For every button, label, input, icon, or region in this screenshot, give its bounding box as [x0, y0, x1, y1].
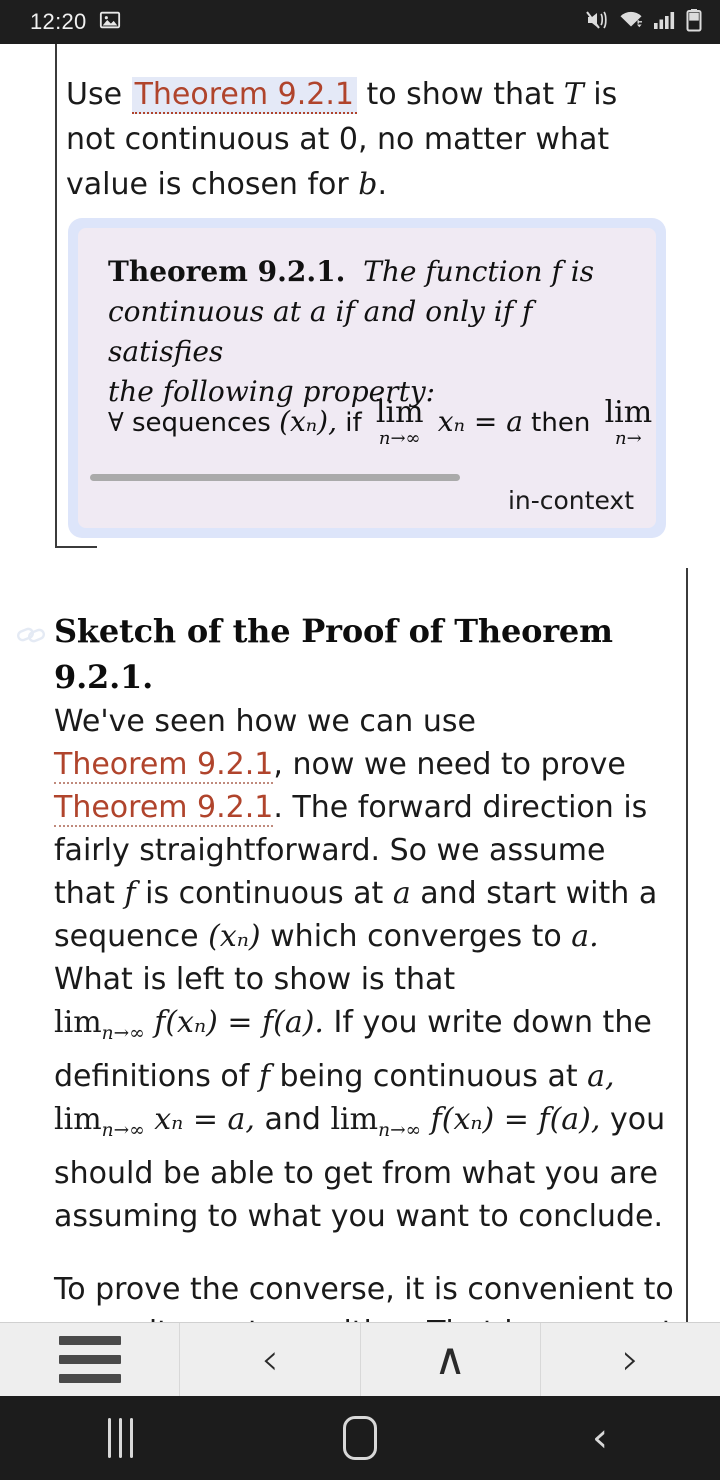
p1-math-f2: f — [258, 1059, 270, 1094]
home-button[interactable] — [240, 1416, 480, 1460]
p1-t10: and — [254, 1102, 331, 1137]
intro-paragraph: Use Theorem 9.2.1 to show that T is not … — [66, 72, 666, 207]
p1-math-f: f — [124, 876, 136, 911]
formula-sequences-word: sequences — [131, 408, 271, 438]
clock: 12:20 — [30, 9, 87, 34]
p1-lim-2: limn→∞ xₙ = a, — [54, 1102, 255, 1141]
theorem-formula: ∀ sequences (xₙ), if lim n→∞ xₙ = a then… — [108, 398, 656, 449]
intro-text-end: . — [377, 167, 388, 202]
article-scroll-area[interactable]: Use Theorem 9.2.1 to show that T is not … — [0, 44, 720, 1322]
theorem-link-intro[interactable]: Theorem 9.2.1 — [131, 77, 357, 114]
intro-text-before: Use — [66, 77, 132, 112]
p1-lim-2-body: xₙ = a, — [144, 1102, 255, 1137]
status-bar: 12:20 — [0, 0, 720, 44]
p1-lim-1-sub: n→∞ — [101, 1023, 145, 1044]
android-navigation-bar: ‹ — [0, 1396, 720, 1480]
recent-apps-button[interactable] — [0, 1418, 240, 1458]
formula-then-word: then — [531, 408, 591, 438]
reading-frame-bottom-rule — [55, 546, 97, 548]
p1-math-a2: a. — [571, 919, 599, 954]
wifi-icon — [618, 9, 644, 35]
proof-sketch-section: Sketch of the Proof of Theorem 9.2.1. We… — [54, 608, 674, 1322]
p2-t1: To prove the converse, it is convenient … — [54, 1272, 674, 1322]
p1-lim-3-sub: n→∞ — [378, 1120, 422, 1141]
theorem-statement-line1: Theorem 9.2.1. The function f is — [108, 252, 632, 292]
p1-math-a3: a, — [587, 1059, 615, 1094]
proof-paragraph-1: We've seen how we can use Theorem 9.2.1,… — [54, 700, 674, 1238]
p1-lim-2-sub: n→∞ — [101, 1120, 145, 1141]
theorem-math-f: f — [551, 255, 562, 288]
p1-lim-1-op: lim — [54, 1005, 102, 1040]
theorem-link-2[interactable]: Theorem 9.2.1 — [54, 790, 274, 827]
formula-lim-1-body: xₙ = a — [437, 405, 523, 438]
chevron-up-icon: ∧ — [434, 1333, 467, 1385]
hamburger-menu-icon — [58, 1336, 121, 1383]
next-page-button[interactable]: › — [541, 1323, 720, 1396]
math-T: T — [563, 77, 584, 112]
proof-paragraph-2: To prove the converse, it is convenient … — [54, 1268, 674, 1322]
home-icon — [343, 1416, 377, 1460]
formula-lim-1-sub: n→∞ — [378, 428, 421, 449]
vertical-scrollbar[interactable] — [686, 568, 688, 1322]
mute-vibrate-icon — [585, 9, 609, 35]
math-b: b — [358, 167, 378, 202]
previous-page-button[interactable]: ‹ — [180, 1323, 361, 1396]
reading-frame-left-rule — [55, 44, 57, 548]
recent-apps-icon — [107, 1418, 133, 1458]
formula-sequence-symbol: (xₙ), — [279, 405, 337, 438]
p1-t9: being continuous at — [269, 1059, 588, 1094]
formula-lim-1: lim n→∞ — [376, 398, 424, 449]
section-heading: Sketch of the Proof of Theorem 9.2.1. — [54, 612, 613, 696]
p1-lim-1-body: f(xₙ) = f(a). — [144, 1005, 324, 1040]
p1-t2: , now we need to prove — [273, 747, 626, 782]
p1-t4: is continuous at — [135, 876, 393, 911]
in-context-link[interactable]: in-context — [508, 486, 634, 515]
theorem-is: is — [570, 255, 595, 288]
intro-text-mid: to show that — [356, 77, 564, 112]
formula-lim-1-op: lim — [375, 398, 424, 430]
p1-t1: We've seen how we can use — [54, 704, 476, 739]
formula-lim-2-op: lim — [604, 398, 653, 430]
p1-lim-3: limn→∞ f(xₙ) = f(a), — [330, 1102, 601, 1141]
image-icon — [99, 9, 121, 35]
chain-link-icon[interactable] — [16, 622, 46, 648]
status-bar-left: 12:20 — [30, 9, 121, 35]
up-page-button[interactable]: ∧ — [361, 1323, 541, 1396]
p1-lim-2-op: lim — [54, 1102, 102, 1137]
theorem-statement-lead: The function — [363, 255, 543, 288]
back-chevron-icon: ‹ — [592, 1415, 608, 1461]
theorem-link-1[interactable]: Theorem 9.2.1 — [54, 747, 274, 784]
formula-horizontal-scrollbar[interactable] — [90, 474, 460, 481]
p1-t6: which converges to — [260, 919, 572, 954]
p1-lim-3-body: f(xₙ) = f(a), — [421, 1102, 601, 1137]
p1-math-seq: (xₙ) — [208, 919, 261, 954]
formula-lim-2-sub: n→ — [615, 428, 642, 449]
menu-button[interactable] — [0, 1323, 181, 1396]
p1-lim-1: limn→∞ f(xₙ) = f(a). — [54, 1005, 324, 1044]
theorem-statement-rest: continuous at a if and only if f satisfi… — [108, 295, 533, 408]
theorem-knowl-body: Theorem 9.2.1. The function f is continu… — [78, 228, 656, 528]
theorem-knowl-card[interactable]: Theorem 9.2.1. The function f is continu… — [68, 218, 666, 538]
p1-math-a: a — [392, 876, 411, 911]
bottom-toolbar: ‹ ∧ › — [0, 1322, 720, 1396]
chevron-right-icon: › — [621, 1333, 640, 1385]
status-bar-right — [585, 8, 702, 36]
p1-t7: What is left to show is that — [54, 962, 456, 997]
formula-if-word: if — [345, 408, 362, 438]
cellular-signal-icon — [653, 9, 677, 35]
battery-icon — [686, 8, 702, 36]
back-button[interactable]: ‹ — [480, 1418, 720, 1458]
chevron-left-icon: ‹ — [261, 1333, 279, 1385]
p1-lim-3-op: lim — [330, 1102, 379, 1137]
formula-quantifier: ∀ — [108, 408, 124, 438]
formula-lim-2: lim n→ — [605, 398, 653, 449]
theorem-title: Theorem 9.2.1. — [108, 255, 346, 288]
